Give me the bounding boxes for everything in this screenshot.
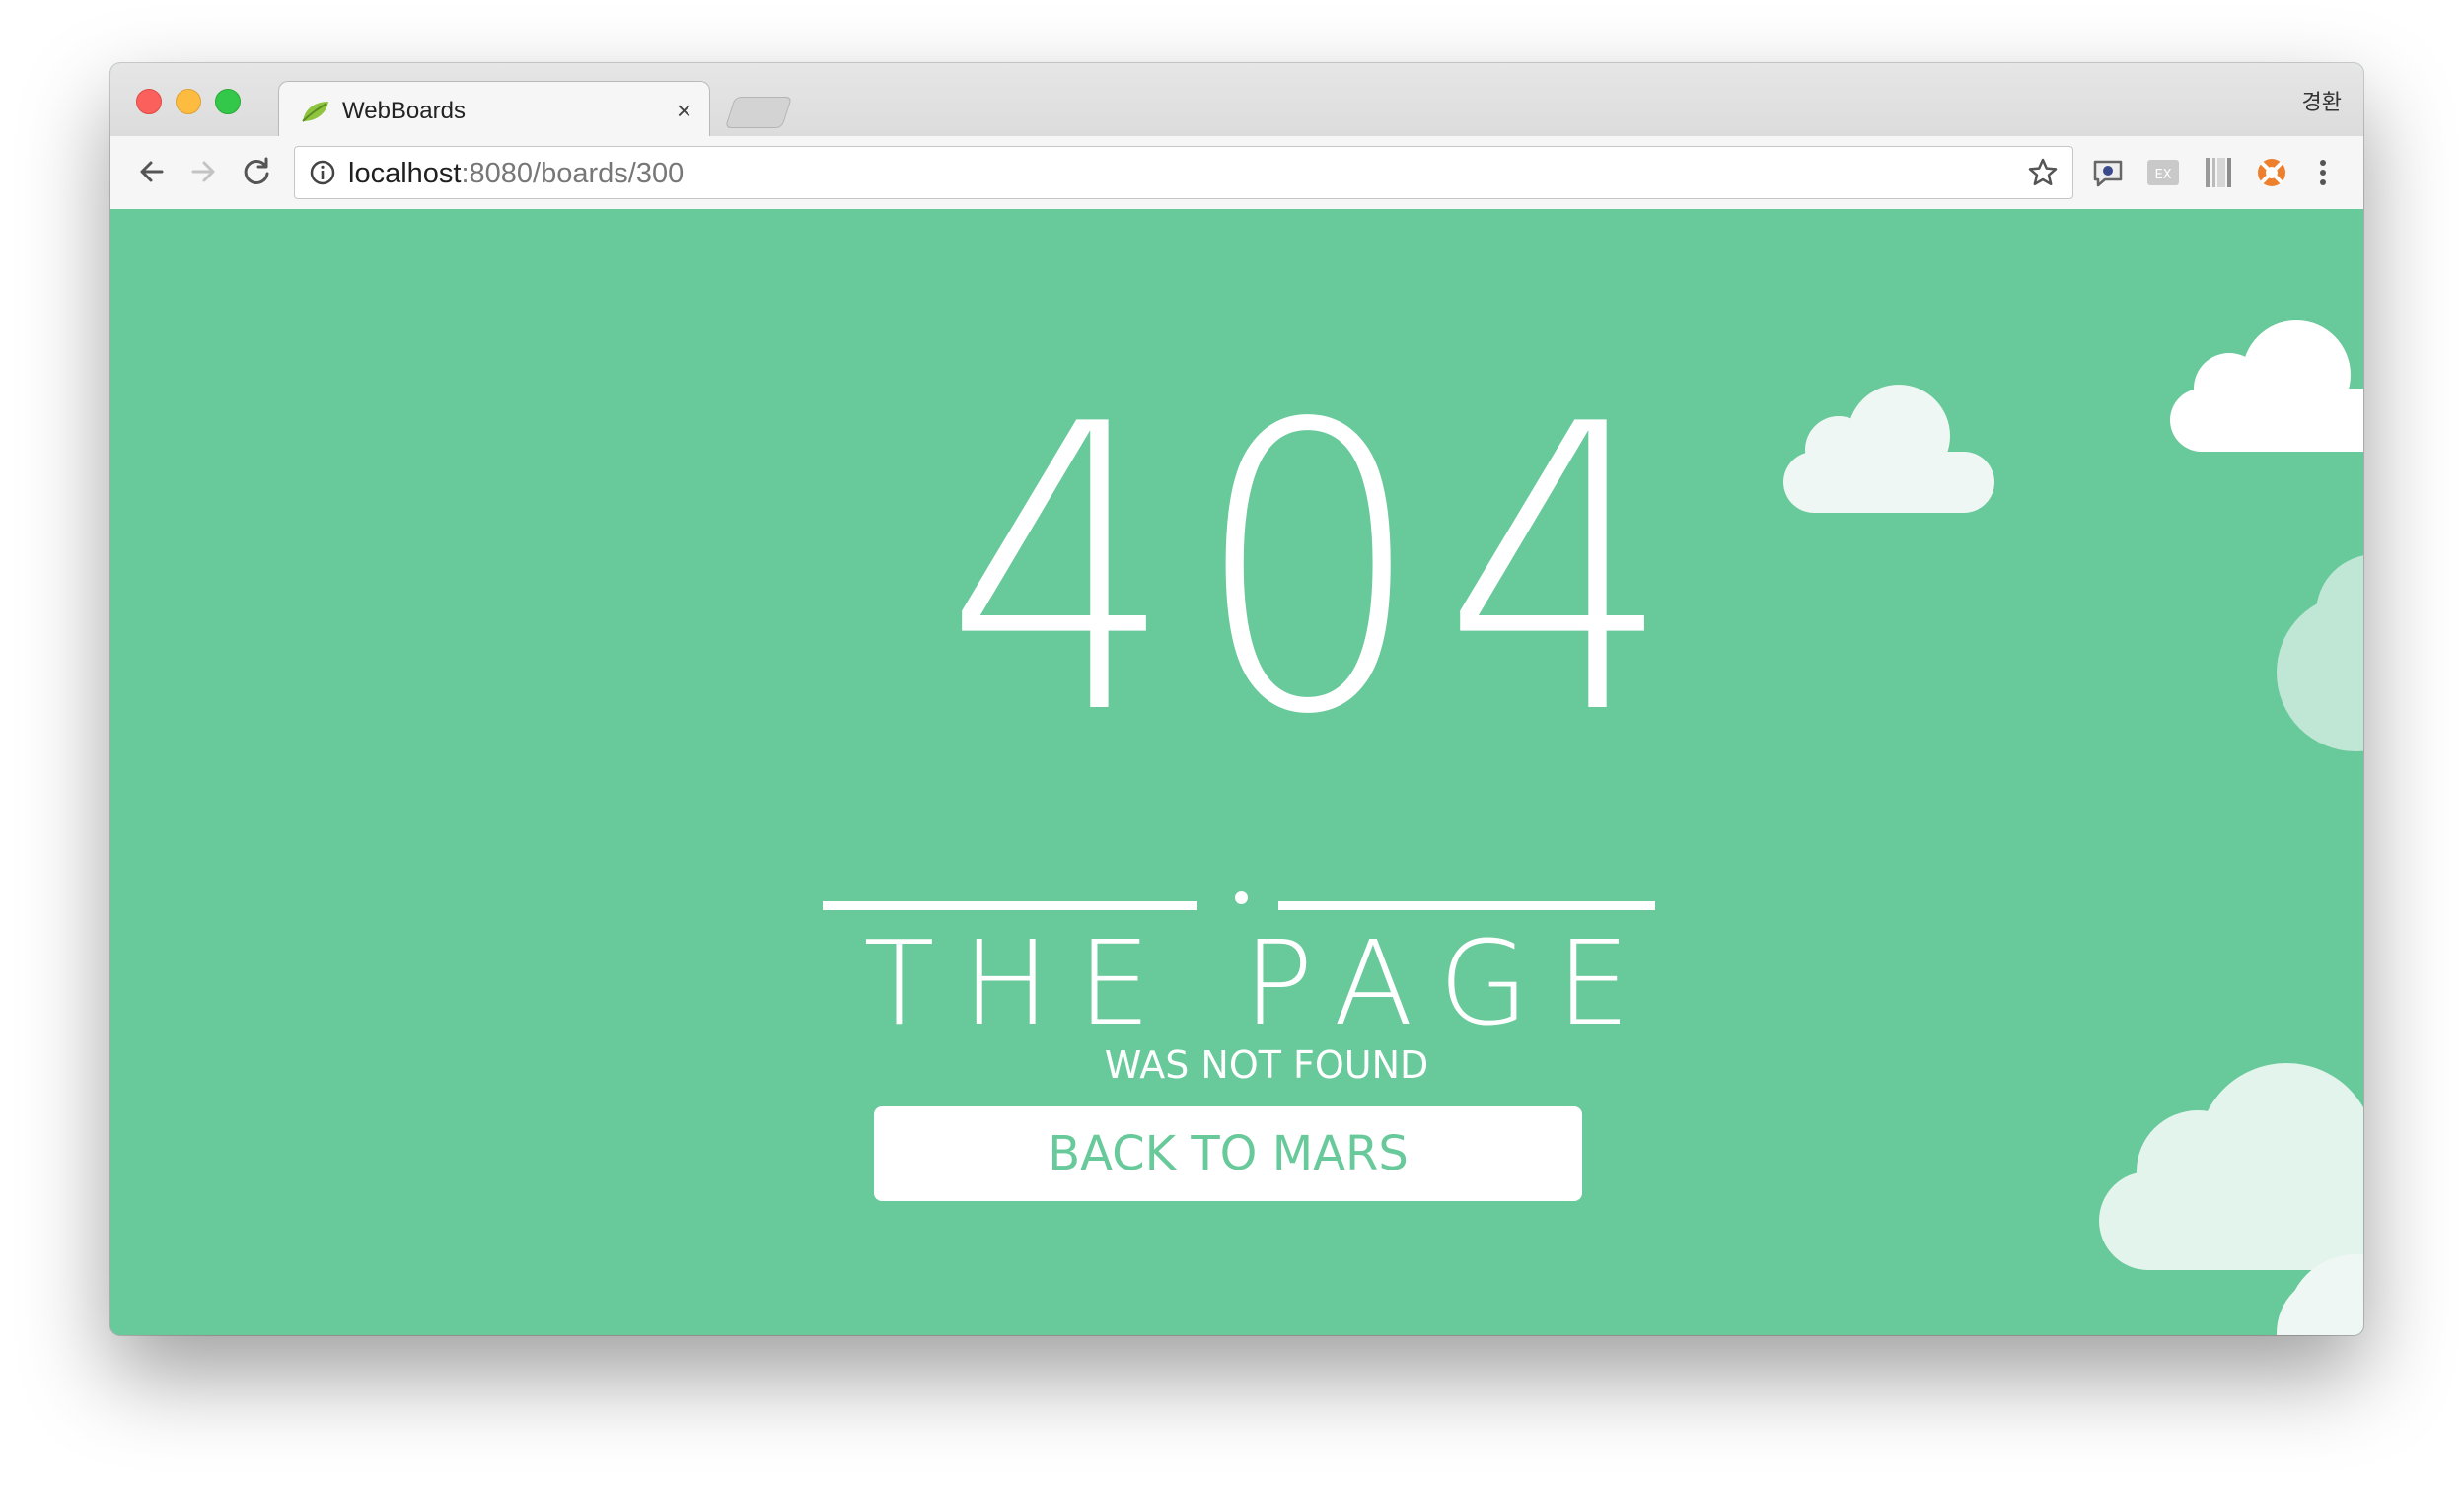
tab-title: WebBoards — [342, 98, 466, 124]
minimize-window-button[interactable] — [176, 89, 201, 114]
cloud-icon — [2170, 320, 2363, 452]
ex-extension-icon[interactable]: EX — [2144, 154, 2182, 191]
chat-extension-icon[interactable] — [2089, 154, 2127, 191]
bookmark-star-icon[interactable] — [2027, 157, 2059, 188]
back-arrow-icon[interactable] — [132, 152, 172, 191]
browser-tab[interactable]: WebBoards × — [278, 81, 710, 139]
url-text: localhost:8080/boards/300 — [348, 158, 684, 190]
title-bar: WebBoards × 경환 — [110, 63, 2363, 139]
browser-window: WebBoards × 경환 localhost:8080/boards/300 — [110, 63, 2363, 1335]
cloud-icon — [2277, 1254, 2363, 1335]
info-icon[interactable] — [309, 159, 336, 186]
profile-name[interactable]: 경환 — [2302, 85, 2342, 116]
divider-left — [823, 901, 1197, 910]
address-bar[interactable]: localhost:8080/boards/300 — [294, 146, 2073, 199]
divider-right — [1278, 901, 1655, 910]
subheadline: WAS NOT FOUND — [1104, 1043, 1429, 1087]
url-path: :8080/boards/300 — [461, 158, 685, 189]
leaf-icon — [302, 102, 328, 122]
close-window-button[interactable] — [136, 89, 162, 114]
cloud-icon — [2277, 555, 2363, 751]
more-menu-icon[interactable] — [2304, 154, 2342, 191]
error-code: 404 — [944, 342, 1692, 801]
barcode-extension-icon[interactable] — [2200, 154, 2237, 191]
forward-arrow-icon[interactable] — [183, 152, 223, 191]
url-host: localhost — [348, 158, 462, 189]
svg-text:EX: EX — [2154, 168, 2171, 182]
page-content: 404 THE PAGE WAS NOT FOUND BACK TO MARS — [110, 209, 2363, 1335]
tab-close-button[interactable]: × — [677, 96, 691, 126]
new-tab-button[interactable] — [724, 97, 793, 128]
back-to-mars-button[interactable]: BACK TO MARS — [874, 1106, 1582, 1201]
divider-dot — [1235, 891, 1248, 904]
browser-toolbar: localhost:8080/boards/300 EX — [110, 136, 2363, 210]
lifebuoy-extension-icon[interactable] — [2253, 154, 2290, 191]
cloud-icon — [2099, 1063, 2363, 1270]
headline: THE PAGE — [863, 915, 1658, 1051]
reload-icon[interactable] — [237, 152, 276, 191]
zoom-window-button[interactable] — [215, 89, 241, 114]
